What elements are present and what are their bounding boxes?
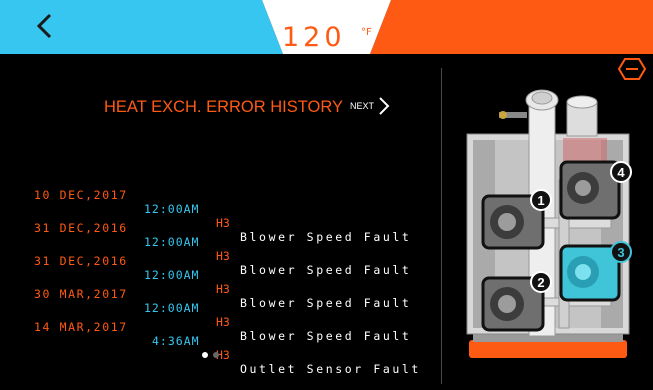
error-code: H3 <box>216 315 230 329</box>
minus-hexagon-icon <box>617 58 647 80</box>
error-description: Blower Speed Fault <box>240 230 412 244</box>
error-time: 12:00AM <box>144 235 200 249</box>
heater-diagram: 1 2 4 3 <box>466 89 632 358</box>
heat-exchanger-3-label: 3 <box>617 245 624 260</box>
next-button[interactable]: NEXT <box>350 96 390 116</box>
pagination-dots <box>202 352 219 358</box>
heater-base <box>469 340 627 358</box>
chevron-left-icon <box>36 13 52 39</box>
heat-exchanger-4-label: 4 <box>617 165 625 180</box>
error-time: 4:36AM <box>152 334 200 348</box>
error-date: 14 MAR,2017 <box>34 320 128 334</box>
error-row[interactable]: 14 MAR,2017 4:36AM H3 Outlet Sensor Faul… <box>34 306 418 390</box>
error-code: H3 <box>216 216 230 230</box>
error-description: Outlet Sensor Fault <box>240 362 421 376</box>
error-date: 10 DEC,2017 <box>34 188 128 202</box>
page-dot-active[interactable] <box>202 352 208 358</box>
collapse-button[interactable] <box>617 57 647 81</box>
page-title: HEAT EXCH. ERROR HISTORY <box>104 98 343 116</box>
error-date: 30 MAR,2017 <box>34 287 128 301</box>
chevron-right-icon <box>379 97 390 115</box>
panel-divider <box>441 68 442 384</box>
error-description: Blower Speed Fault <box>240 329 412 343</box>
back-button[interactable] <box>30 10 64 44</box>
error-code: H3 <box>216 249 230 263</box>
error-time: 12:00AM <box>144 301 200 315</box>
error-description: Blower Speed Fault <box>240 296 412 310</box>
page-dot[interactable] <box>213 352 219 358</box>
next-label: NEXT <box>350 101 375 111</box>
heat-exchanger-1-label: 1 <box>537 193 544 208</box>
error-date: 31 DEC,2016 <box>34 221 128 235</box>
error-time: 12:00AM <box>144 202 200 216</box>
temperature-value: 120 <box>282 22 346 53</box>
error-code: H3 <box>216 282 230 296</box>
temperature-unit: °F <box>361 27 372 38</box>
heat-exchanger-2-label: 2 <box>537 275 544 290</box>
error-description: Blower Speed Fault <box>240 263 412 277</box>
temperature-display: 120 °F <box>282 22 382 53</box>
error-time: 12:00AM <box>144 268 200 282</box>
error-date: 31 DEC,2016 <box>34 254 128 268</box>
